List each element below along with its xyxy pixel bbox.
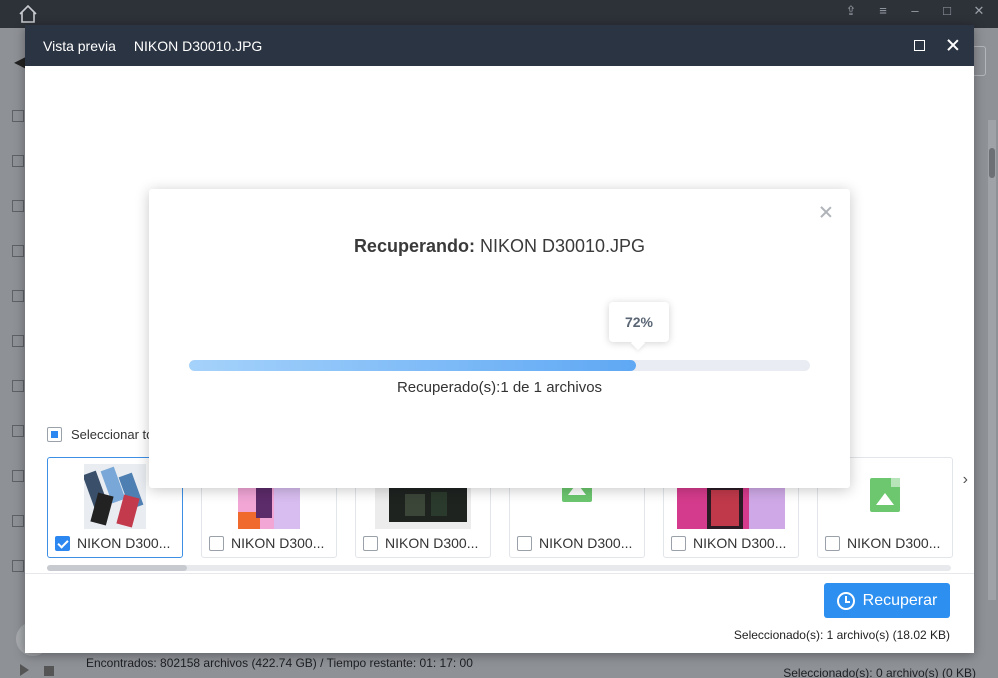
background-scrollbar[interactable]	[988, 120, 996, 600]
phone-photo-icon	[677, 488, 785, 529]
background-selected-info: Seleccionado(s): 0 archivo(s) (0 KB)	[783, 666, 976, 678]
play-icon[interactable]	[20, 664, 29, 676]
thumbnail-checkbox[interactable]	[825, 535, 840, 551]
background-checkbox[interactable]	[12, 425, 24, 437]
recovery-progress-dialog: Recuperando: NIKON D30010.JPG 72% Recupe…	[149, 189, 850, 488]
mountain-icon	[876, 493, 894, 505]
home-icon[interactable]	[18, 4, 38, 24]
scrollbar-thumb[interactable]	[47, 565, 187, 571]
thumbnail-label: NIKON D300...	[693, 535, 787, 551]
close-icon[interactable]	[946, 38, 960, 52]
history-icon	[836, 591, 855, 610]
maximize-icon[interactable]: □	[940, 4, 954, 18]
divider	[25, 573, 974, 574]
thumbnail-label: NIKON D300...	[231, 535, 325, 551]
recover-button[interactable]: Recuperar	[824, 583, 950, 618]
select-all-checkbox[interactable]: Seleccionar to	[47, 427, 153, 442]
background-checkbox-column	[12, 110, 24, 605]
background-checkbox[interactable]	[12, 155, 24, 167]
background-checkbox[interactable]	[12, 290, 24, 302]
recover-button-label: Recuperar	[862, 591, 938, 609]
stop-icon[interactable]	[44, 666, 54, 676]
background-checkbox[interactable]	[12, 335, 24, 347]
thumbnail-checkbox[interactable]	[363, 535, 378, 551]
minimize-icon[interactable]: –	[908, 4, 922, 18]
thumbnail-checkbox[interactable]	[671, 535, 686, 551]
close-icon[interactable]	[820, 206, 832, 218]
thumbnail-label: NIKON D300...	[539, 535, 633, 551]
app-window-controls: ⇪ ≡ – □ ✕	[844, 4, 986, 18]
thumbnail-checkbox[interactable]	[209, 535, 224, 551]
selected-info: Seleccionado(s): 1 archivo(s) (18.02 KB)	[733, 628, 950, 642]
progress-status-text: Recuperado(s):1 de 1 archivos	[396, 379, 603, 396]
progress-bar	[189, 360, 810, 371]
maximize-icon[interactable]	[912, 38, 926, 52]
thumbnail-checkbox[interactable]	[517, 535, 532, 551]
background-checkbox[interactable]	[12, 200, 24, 212]
menu-icon[interactable]: ≡	[876, 4, 890, 18]
select-all-label: Seleccionar to	[71, 427, 154, 442]
background-checkbox[interactable]	[12, 380, 24, 392]
background-scrollbar-thumb[interactable]	[989, 148, 995, 178]
phone-photo-icon	[238, 488, 300, 529]
preview-filename: NIKON D30010.JPG	[133, 37, 263, 54]
thumbnail-label: NIKON D300...	[847, 535, 941, 551]
progress-bar-fill	[189, 360, 637, 371]
thumbnail-label: NIKON D300...	[385, 535, 479, 551]
dialog-title: Recuperando: NIKON D30010.JPG	[149, 236, 850, 257]
phone-photo-icon	[84, 464, 146, 529]
background-checkbox[interactable]	[12, 470, 24, 482]
background-checkbox[interactable]	[12, 245, 24, 257]
chevron-right-icon[interactable]: ›	[963, 471, 968, 489]
thumbnail-label: NIKON D300...	[77, 535, 171, 551]
image-file-icon	[870, 478, 900, 512]
progress-percent-badge: 72%	[609, 302, 669, 342]
share-icon[interactable]: ⇪	[844, 4, 858, 18]
preview-title: Vista previa	[43, 37, 116, 54]
dialog-title-label: Recuperando:	[353, 236, 475, 256]
background-checkbox[interactable]	[12, 110, 24, 122]
horizontal-scrollbar[interactable]	[47, 565, 951, 571]
app-titlebar: ⇪ ≡ – □ ✕	[0, 0, 998, 28]
dark-photo-icon	[375, 488, 471, 529]
scan-status-text: Encontrados: 802158 archivos (422.74 GB)…	[86, 656, 473, 670]
checkbox-partial-icon[interactable]	[47, 427, 62, 442]
dialog-title-file: NIKON D30010.JPG	[474, 236, 646, 256]
preview-header: Vista previa NIKON D30010.JPG	[25, 25, 974, 66]
background-checkbox[interactable]	[12, 560, 24, 572]
background-checkbox[interactable]	[12, 515, 24, 527]
thumbnail-checkbox[interactable]	[55, 535, 70, 551]
close-icon[interactable]: ✕	[972, 4, 986, 18]
